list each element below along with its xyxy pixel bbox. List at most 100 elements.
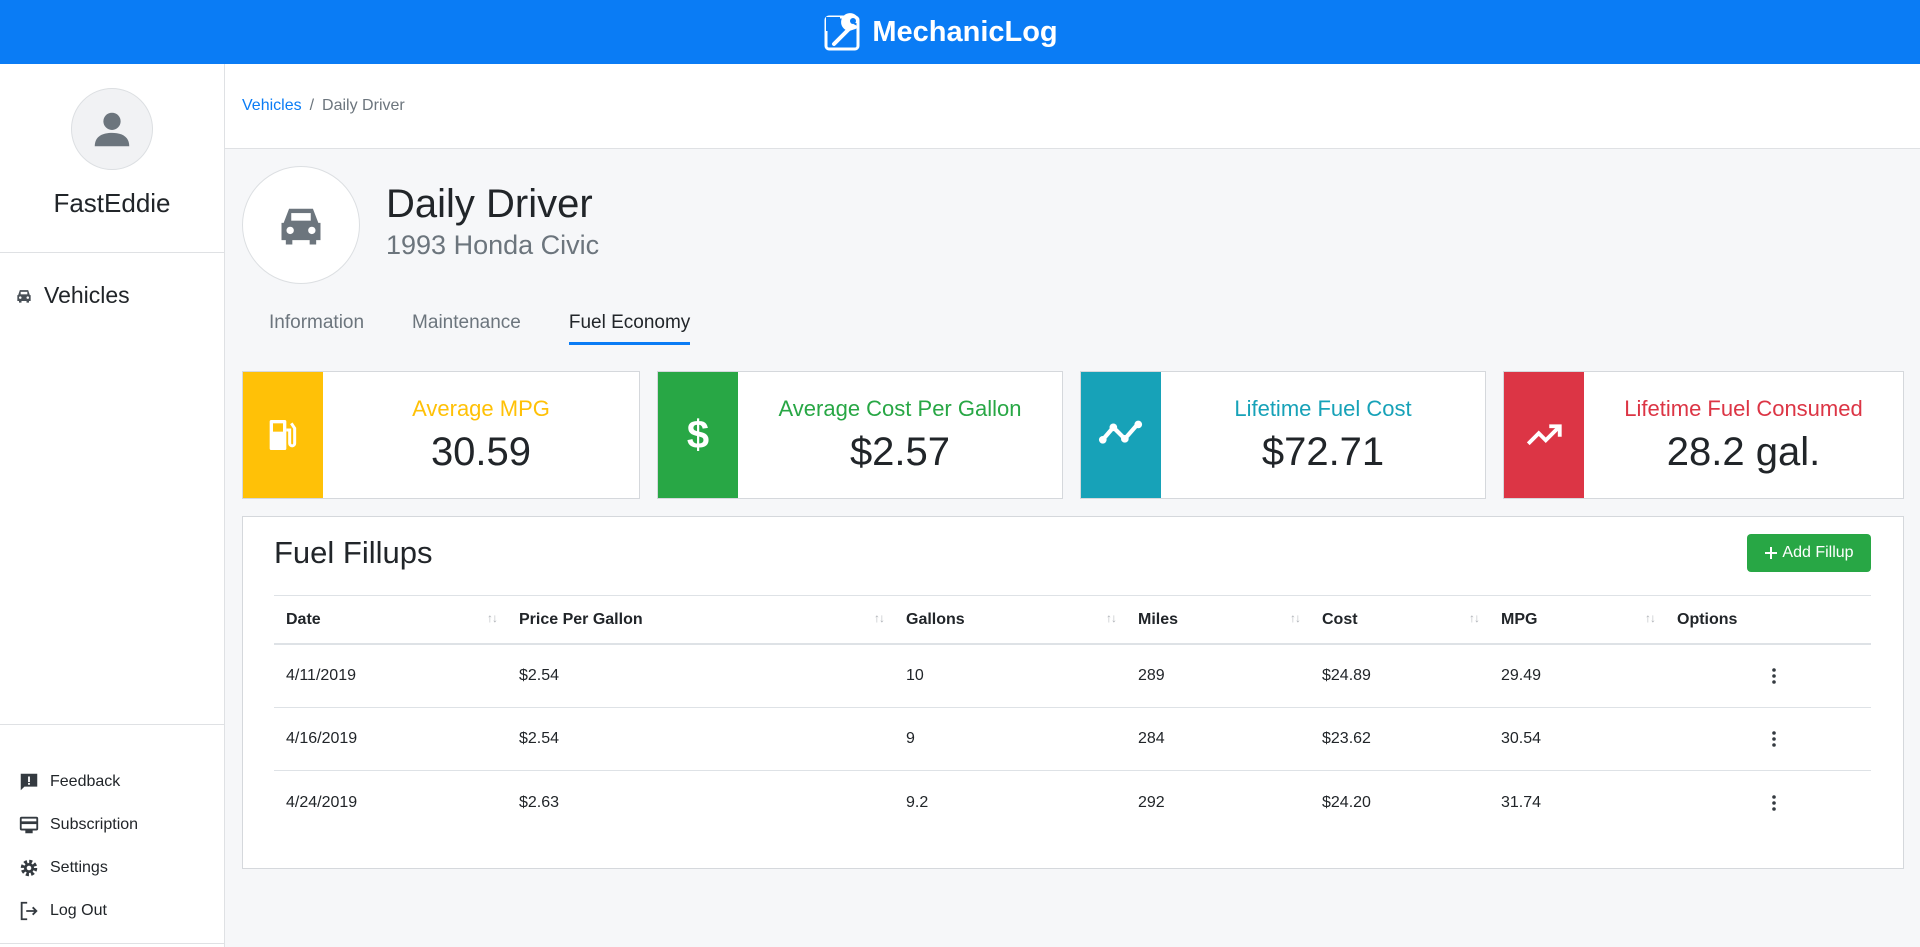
sidebar-item-label: Settings — [50, 858, 108, 876]
breadcrumb-separator: / — [309, 97, 315, 114]
column-header-options: Options — [1665, 611, 1871, 629]
more-vertical-icon — [1772, 794, 1776, 811]
sort-icon: ↑↓ — [1645, 610, 1656, 625]
sort-icon: ↑↓ — [1290, 610, 1301, 625]
stat-card-lifetime-fuel-cost: Lifetime Fuel Cost $72.71 — [1080, 371, 1486, 499]
cell-cost: $23.62 — [1322, 730, 1371, 747]
table-header: Date ↑↓ Price Per Gallon ↑↓ Gallons ↑↓ Mile… — [274, 595, 1871, 645]
sidebar-item-settings[interactable]: Settings — [18, 846, 138, 889]
tab-maintenance[interactable]: Maintenance — [412, 312, 521, 345]
sidebar-item-label: Subscription — [50, 815, 139, 833]
column-label: Gallons — [906, 610, 965, 628]
sidebar-item-feedback[interactable]: Feedback — [18, 760, 138, 803]
sort-icon: ↑↓ — [1106, 610, 1117, 625]
sort-icon: ↑↓ — [1469, 610, 1480, 625]
app-name: MechanicLog — [872, 15, 1058, 48]
cell-gallons: 9.2 — [906, 793, 929, 811]
vehicle-name: Daily Driver — [386, 182, 593, 226]
sidebar-item-label: Vehicles — [44, 282, 130, 308]
person-icon — [94, 112, 130, 147]
row-options-button[interactable] — [1665, 794, 1871, 812]
stat-label: Average MPG — [412, 395, 550, 421]
stat-value: $2.57 — [849, 429, 951, 474]
column-label: Cost — [1322, 610, 1358, 628]
column-header-mpg[interactable]: MPG ↑↓ — [1489, 611, 1665, 629]
breadcrumb-bar: Vehicles / Daily Driver — [225, 64, 1920, 149]
plus-icon — [1765, 547, 1778, 559]
column-label: Date — [286, 610, 321, 628]
stats-row: Average MPG 30.59 $ Average Cost Per Gal… — [242, 371, 1904, 499]
fillups-table: Date ↑↓ Price Per Gallon ↑↓ Gallons ↑↓ Mile… — [274, 595, 1871, 834]
feedback-icon — [20, 773, 38, 790]
column-label: Miles — [1138, 610, 1179, 628]
cell-mpg: 29.49 — [1501, 667, 1542, 684]
car-icon — [281, 208, 321, 245]
column-header-price-per-gallon[interactable]: Price Per Gallon ↑↓ — [507, 611, 894, 629]
stat-value: $72.71 — [1261, 429, 1385, 474]
fuel-pump-icon — [243, 372, 323, 498]
cell-miles: 292 — [1138, 793, 1165, 811]
stat-label: Lifetime Fuel Consumed — [1624, 395, 1863, 421]
cell-mpg: 31.74 — [1501, 793, 1542, 811]
stat-label: Average Cost Per Gallon — [778, 395, 1022, 421]
table-row: 4/24/2019 $2.63 9.2 292 $24.20 31.74 — [274, 771, 1871, 834]
cell-date: 4/16/2019 — [286, 730, 358, 747]
vehicle-avatar[interactable] — [242, 166, 360, 284]
stat-card-lifetime-fuel-consumed: Lifetime Fuel Consumed 28.2 gal. — [1503, 371, 1904, 499]
cell-cost: $24.20 — [1322, 793, 1371, 811]
sidebar-item-label: Log Out — [50, 901, 107, 919]
column-header-date[interactable]: Date ↑↓ — [274, 611, 507, 629]
row-options-button[interactable] — [1665, 730, 1871, 748]
sidebar-item-label: Feedback — [50, 772, 121, 790]
username: FastEddie — [53, 188, 171, 218]
add-fillup-button[interactable]: Add Fillup — [1747, 534, 1871, 572]
column-header-gallons[interactable]: Gallons ↑↓ — [894, 611, 1126, 629]
stat-label: Lifetime Fuel Cost — [1234, 395, 1412, 421]
column-header-cost[interactable]: Cost ↑↓ — [1310, 611, 1489, 629]
trending-up-icon — [1504, 372, 1584, 498]
subscription-icon — [19, 816, 39, 833]
brand[interactable]: MechanicLog — [822, 10, 1058, 54]
breadcrumb-link-vehicles[interactable]: Vehicles — [242, 97, 302, 115]
cell-gallons: 10 — [906, 667, 924, 684]
more-vertical-icon — [1772, 668, 1776, 684]
breadcrumb: Vehicles / Daily Driver — [242, 97, 405, 115]
tab-information[interactable]: Information — [269, 312, 364, 345]
vehicle-tabs: Information Maintenance Fuel Economy — [269, 312, 691, 345]
top-bar: MechanicLog — [0, 0, 1920, 64]
cell-date: 4/11/2019 — [286, 667, 356, 684]
sort-icon: ↑↓ — [874, 610, 885, 625]
vehicle-model: 1993 Honda Civic — [386, 230, 600, 260]
column-label: Price Per Gallon — [519, 610, 643, 628]
sidebar-item-subscription[interactable]: Subscription — [18, 803, 138, 846]
main-content: Vehicles / Daily Driver Daily Driver 199… — [225, 64, 1920, 947]
column-header-miles[interactable]: Miles ↑↓ — [1126, 611, 1310, 629]
cell-price-per-gallon: $2.54 — [519, 730, 560, 747]
panel-title: Fuel Fillups — [274, 535, 433, 570]
stat-card-average-cost-per-gallon: $ Average Cost Per Gallon $2.57 — [657, 371, 1063, 499]
cell-price-per-gallon: $2.63 — [519, 793, 560, 811]
fuel-fillups-panel: Fuel Fillups Add Fillup Date ↑↓ Price Per… — [242, 516, 1904, 869]
car-icon — [17, 289, 31, 303]
sidebar-item-vehicles[interactable]: Vehicles — [14, 282, 130, 309]
cell-price-per-gallon: $2.54 — [519, 667, 560, 684]
cell-date: 4/24/2019 — [286, 793, 358, 811]
stat-card-average-mpg: Average MPG 30.59 — [242, 371, 640, 499]
cell-mpg: 30.54 — [1501, 730, 1542, 747]
breadcrumb-current: Daily Driver — [322, 97, 405, 114]
more-vertical-icon — [1772, 731, 1776, 747]
divider — [0, 724, 224, 725]
cell-miles: 289 — [1138, 667, 1165, 684]
logout-icon — [20, 901, 38, 920]
sidebar: FastEddie Vehicles Feedback Subscription — [0, 64, 225, 947]
cell-miles: 284 — [1138, 730, 1165, 747]
user-avatar[interactable] — [71, 88, 153, 170]
sort-icon: ↑↓ — [487, 610, 498, 625]
divider — [0, 252, 224, 253]
tab-fuel-economy[interactable]: Fuel Economy — [568, 312, 691, 345]
cell-gallons: 9 — [906, 730, 915, 747]
row-options-button[interactable] — [1665, 667, 1871, 685]
sidebar-item-logout[interactable]: Log Out — [18, 889, 138, 932]
stat-value: 28.2 gal. — [1666, 429, 1821, 474]
column-label: Options — [1677, 610, 1738, 628]
